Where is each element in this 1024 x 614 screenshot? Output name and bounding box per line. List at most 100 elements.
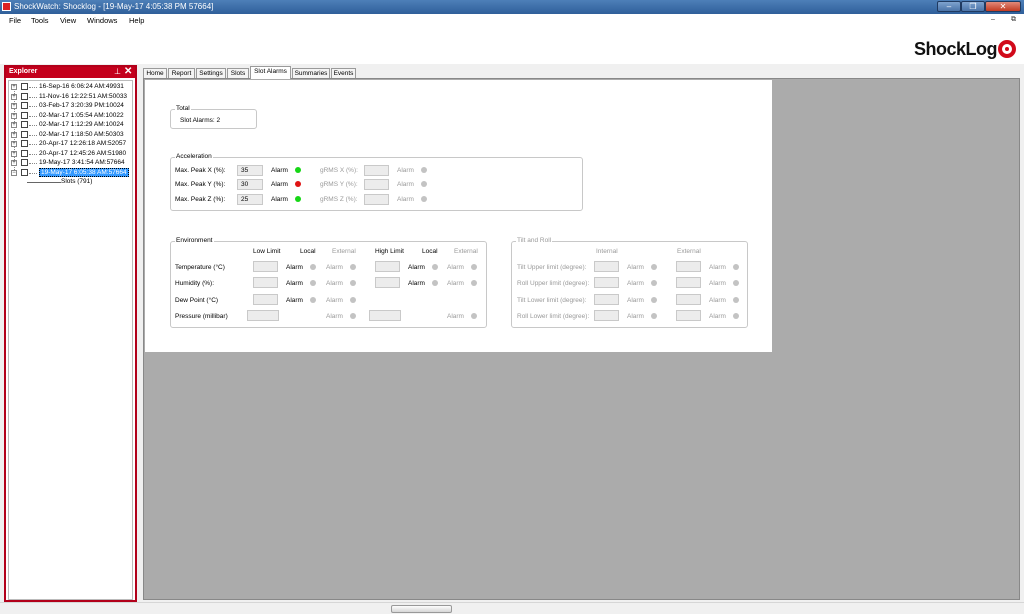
- max-peak-x-input[interactable]: 35: [237, 165, 263, 176]
- menu-help[interactable]: Help: [129, 16, 144, 25]
- menu-windows[interactable]: Windows: [87, 16, 117, 25]
- close-button[interactable]: ✕: [985, 1, 1021, 12]
- humidity-low-input[interactable]: [253, 277, 278, 288]
- max-peak-y-input[interactable]: 30: [237, 179, 263, 190]
- session-checkbox[interactable]: [21, 130, 28, 138]
- session-checkbox[interactable]: [21, 159, 28, 166]
- tree-node-session[interactable]: +20-Apr-17 12:45:26 AM:51980: [11, 149, 133, 159]
- max-peak-x-label: Max. Peak X (%):: [175, 167, 226, 174]
- humidity-high-input[interactable]: [375, 277, 400, 288]
- grms-y-label: gRMS Y (%):: [320, 181, 358, 188]
- tree-node-slots[interactable]: Slots (791): [11, 178, 133, 187]
- session-checkbox[interactable]: [21, 168, 28, 176]
- session-checkbox[interactable]: [21, 102, 28, 109]
- external-alarm-led: [350, 297, 356, 303]
- grms-y-input: [364, 179, 389, 190]
- session-checkbox[interactable]: [21, 121, 28, 128]
- pressure-label: Pressure (millibar): [175, 313, 228, 320]
- title-bar: ShockWatch: Shocklog - [19-May-17 4:05:3…: [0, 0, 1024, 14]
- grms-alarm-led: [421, 181, 427, 187]
- expand-icon[interactable]: +: [11, 141, 17, 147]
- pin-icon[interactable]: ⊥: [114, 67, 121, 76]
- roll-lower-label: Roll Lower limit (degree):: [517, 313, 590, 320]
- tree-connector: [29, 153, 37, 155]
- explorer-close-icon[interactable]: ✕: [124, 66, 132, 77]
- tree-connector: [29, 163, 37, 164]
- tilt-roll-title: Tilt and Roll: [516, 237, 553, 244]
- tree-node-label: Slots (791): [61, 178, 93, 185]
- explorer-header: Explorer ⊥ ✕: [6, 66, 135, 78]
- tree-node-label: 03-Feb-17 3:20:39 PM:10024: [39, 102, 124, 109]
- temperature-high-input[interactable]: [375, 261, 400, 272]
- session-checkbox[interactable]: [21, 149, 28, 157]
- alarm-label: Alarm: [627, 297, 644, 304]
- external-alarm-led: [733, 297, 739, 303]
- tree-node-session[interactable]: +02-Mar-17 1:18:50 AM:50303: [11, 130, 133, 140]
- external-alarm-led: [350, 280, 356, 286]
- grms-alarm-led: [421, 167, 427, 173]
- logo-strip: ShockLog: [0, 27, 1024, 64]
- minimize-button[interactable]: –: [937, 1, 961, 12]
- expand-icon[interactable]: +: [11, 150, 17, 157]
- expand-icon[interactable]: +: [11, 160, 17, 166]
- roll-lower-external-input: [676, 310, 701, 321]
- restore-button[interactable]: ❐: [961, 1, 985, 12]
- total-group: Total Slot Alarms: 2: [170, 105, 257, 129]
- expand-icon[interactable]: +: [11, 93, 17, 100]
- external-alarm-led: [471, 313, 477, 319]
- grms-z-label: gRMS Z (%):: [320, 196, 358, 203]
- menu-tools[interactable]: Tools: [31, 16, 49, 25]
- tilt-upper-label: Tilt Upper limit (degree):: [517, 264, 587, 271]
- explorer-panel: Explorer ⊥ ✕ +16-Sep-16 6:06:24 AM:49931…: [4, 65, 137, 602]
- internal-alarm-led: [651, 297, 657, 303]
- expand-icon[interactable]: +: [11, 84, 17, 90]
- roll-upper-label: Roll Upper limit (degree):: [517, 280, 590, 287]
- grms-z-input: [364, 194, 389, 205]
- roll-lower-internal-input: [594, 310, 619, 321]
- tree-node-session[interactable]: +16-Sep-16 6:06:24 AM:49931: [11, 83, 133, 92]
- mdi-minimize-button[interactable]: –: [991, 16, 995, 23]
- tree-node-session[interactable]: +03-Feb-17 3:20:39 PM:10024: [11, 102, 133, 111]
- internal-alarm-led: [651, 280, 657, 286]
- menu-view[interactable]: View: [60, 16, 76, 25]
- session-checkbox[interactable]: [21, 111, 28, 119]
- expand-icon[interactable]: +: [11, 103, 17, 109]
- tree-node-session[interactable]: − 19-May-17 6:05:38 AM:57664: [11, 167, 133, 178]
- external-alarm-label: Alarm: [326, 297, 343, 304]
- tree-node-label: 19-May-17 3:41:54 AM:57664: [39, 159, 125, 166]
- total-slot-alarms: Slot Alarms: 2: [180, 117, 221, 124]
- external-alarm-led: [733, 313, 739, 319]
- tree-node-session[interactable]: +02-Mar-17 1:12:29 AM:10024: [11, 121, 133, 130]
- tab-slot-alarms[interactable]: Slot Alarms: [250, 66, 291, 79]
- tree-node-label: 20-Apr-17 12:45:26 AM:51980: [39, 149, 127, 157]
- horizontal-scroll-thumb[interactable]: [391, 605, 452, 613]
- temperature-low-input[interactable]: [253, 261, 278, 272]
- alarm-label: Alarm: [408, 280, 425, 287]
- local-alarm-led: [432, 264, 438, 270]
- alarm-label: Alarm: [627, 264, 644, 271]
- temperature-label: Temperature (°C): [175, 264, 225, 271]
- session-checkbox[interactable]: [21, 83, 28, 90]
- dew-point-low-input[interactable]: [253, 294, 278, 305]
- expand-icon[interactable]: +: [11, 112, 17, 119]
- session-checkbox[interactable]: [21, 140, 28, 147]
- tilt-lower-internal-input: [594, 294, 619, 305]
- tree-connector: [29, 172, 37, 174]
- explorer-tree: +16-Sep-16 6:06:24 AM:49931 +11-Nov-16 12…: [8, 80, 133, 600]
- tree-node-session[interactable]: +02-Mar-17 1:05:54 AM:10022: [11, 111, 133, 121]
- mdi-restore-button[interactable]: ⧉: [1011, 16, 1016, 24]
- expand-icon[interactable]: +: [11, 122, 17, 128]
- max-peak-z-label: Max. Peak Z (%):: [175, 196, 226, 203]
- expand-icon[interactable]: +: [11, 131, 17, 138]
- total-title: Total: [175, 105, 191, 112]
- humidity-label: Humidity (%):: [175, 280, 215, 287]
- session-checkbox[interactable]: [21, 92, 28, 100]
- collapse-icon[interactable]: −: [11, 169, 17, 176]
- max-peak-z-input[interactable]: 25: [237, 194, 263, 205]
- external-alarm-label: Alarm: [447, 264, 464, 271]
- tree-node-session[interactable]: +20-Apr-17 12:26:18 AM:52057: [11, 140, 133, 149]
- tree-node-session[interactable]: +11-Nov-16 12:22:51 AM:50033: [11, 92, 133, 102]
- menu-file[interactable]: File: [9, 16, 21, 25]
- external-alarm-led: [471, 280, 477, 286]
- external-alarm-label: Alarm: [326, 280, 343, 287]
